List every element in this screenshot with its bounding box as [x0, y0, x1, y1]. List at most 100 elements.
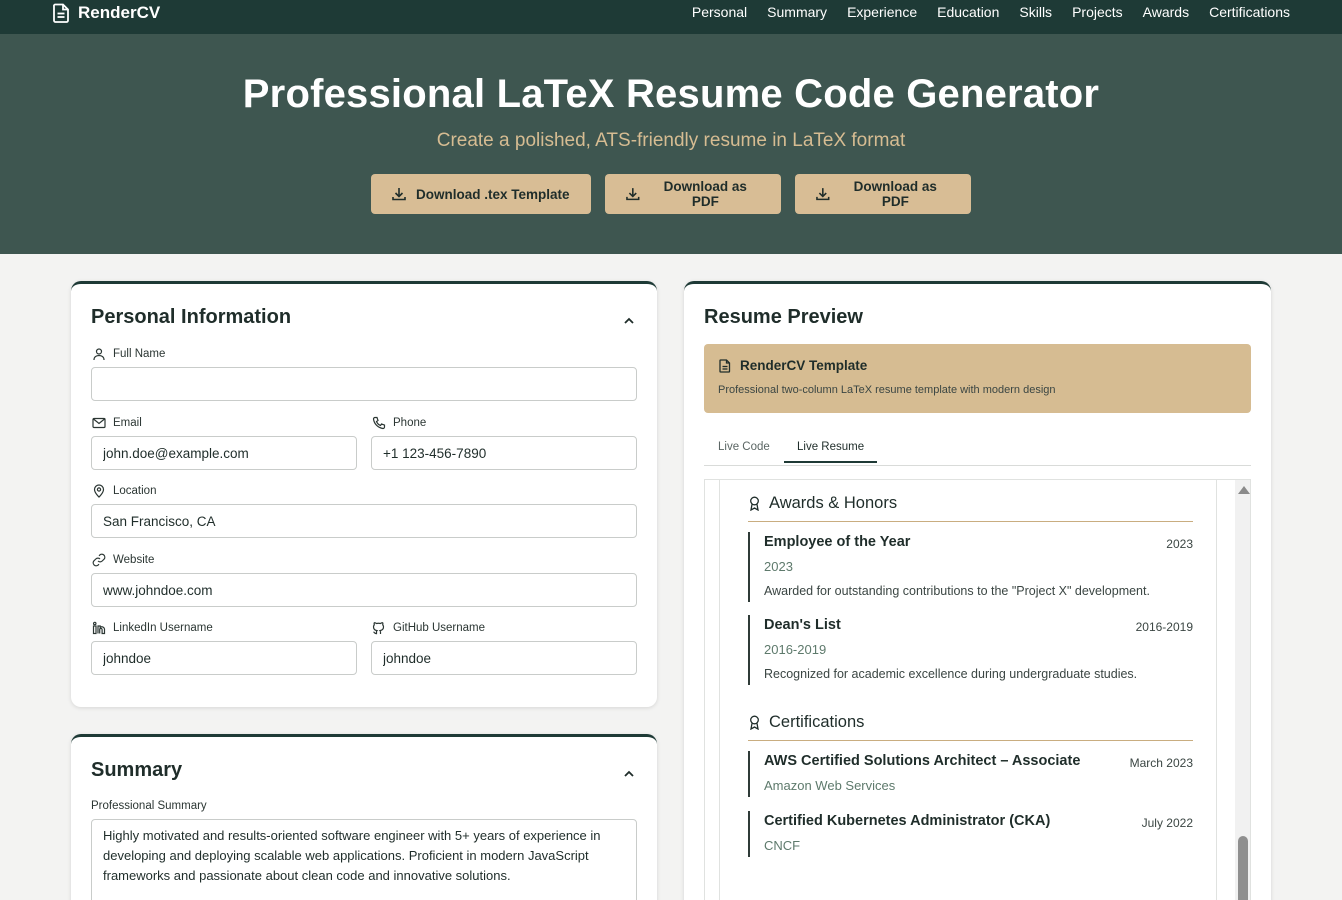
nav-link-projects[interactable]: Projects	[1072, 4, 1123, 20]
award-entry: Dean's List 2016-2019 2016-2019 Recogniz…	[748, 615, 1193, 685]
award-year: 2016-2019	[764, 642, 827, 657]
nav-link-skills[interactable]: Skills	[1019, 4, 1052, 20]
awards-divider	[748, 521, 1193, 522]
award-icon	[750, 496, 759, 511]
nav-link-personal[interactable]: Personal	[692, 4, 747, 20]
github-input[interactable]	[371, 641, 637, 675]
award-icon	[750, 715, 759, 730]
certification-issuer: Amazon Web Services	[764, 778, 896, 793]
user-icon	[93, 348, 105, 361]
certification-entry: Certified Kubernetes Administrator (CKA)…	[748, 811, 1193, 857]
phone-label-text: Phone	[393, 417, 427, 429]
nav-link-awards[interactable]: Awards	[1143, 4, 1189, 20]
website-label-text: Website	[113, 554, 155, 566]
resume-page: Awards & Honors Employee of the Year 202…	[719, 480, 1217, 900]
award-year: 2023	[764, 559, 793, 574]
linkedin-input[interactable]	[91, 641, 357, 675]
email-label: Email	[92, 416, 142, 430]
certifications-heading: Certifications	[748, 713, 864, 732]
nav-link-certifications[interactable]: Certifications	[1209, 4, 1290, 20]
award-description: Recognized for academic excellence durin…	[764, 667, 1138, 681]
award-entry: Employee of the Year 2023 2023 Awarded f…	[748, 532, 1193, 602]
preview-tabs: Live Code Live Resume	[704, 434, 1251, 466]
github-label: GitHub Username	[372, 621, 485, 635]
linkedin-label: LinkedIn Username	[92, 621, 213, 635]
file-text-icon	[719, 358, 731, 373]
github-label-text: GitHub Username	[393, 622, 486, 634]
download-pdf-label-2: Download as PDF	[853, 179, 937, 209]
nav-link-experience[interactable]: Experience	[847, 4, 917, 20]
award-title: Employee of the Year	[764, 534, 911, 550]
tab-live-resume[interactable]: Live Resume	[784, 441, 878, 463]
professional-summary-label: Professional Summary	[91, 800, 207, 812]
professional-summary-textarea[interactable]: Highly motivated and results-oriented so…	[91, 819, 637, 900]
download-icon	[816, 188, 830, 201]
logo[interactable]: RenderCV	[52, 3, 160, 23]
phone-input[interactable]	[371, 436, 637, 470]
certification-title: AWS Certified Solutions Architect – Asso…	[764, 753, 1081, 769]
professional-summary-label-text: Professional Summary	[91, 800, 207, 812]
hero-subtitle: Create a polished, ATS-friendly resume i…	[436, 130, 906, 151]
download-tex-button[interactable]: Download .tex Template	[371, 174, 591, 214]
template-title: RenderCV Template	[718, 358, 867, 373]
tab-live-code[interactable]: Live Code	[718, 441, 770, 453]
summary-title: Summary	[91, 759, 183, 781]
download-pdf-label: Download as PDF	[663, 179, 747, 209]
linkedin-label-text: LinkedIn Username	[113, 622, 213, 634]
personal-info-card: Personal Information Full Name Email Pho…	[71, 281, 657, 707]
template-banner: RenderCV Template Professional two-colum…	[704, 344, 1251, 413]
scroll-up-arrow[interactable]	[1238, 486, 1250, 494]
personal-info-title: Personal Information	[91, 306, 292, 328]
download-pdf-button-2[interactable]: Download as PDF	[795, 174, 971, 214]
top-navbar: RenderCV Personal Summary Experience Edu…	[0, 0, 1342, 34]
full-name-label: Full Name	[92, 347, 165, 361]
chevron-up-icon[interactable]	[623, 315, 635, 327]
template-description: Professional two-column LaTeX resume tem…	[718, 384, 1056, 396]
certification-entry: AWS Certified Solutions Architect – Asso…	[748, 751, 1193, 797]
certifications-divider	[748, 740, 1193, 741]
download-tex-label: Download .tex Template	[416, 186, 570, 202]
link-icon	[92, 553, 106, 567]
full-name-input[interactable]	[91, 367, 637, 401]
chevron-up-icon[interactable]	[623, 768, 635, 780]
awards-heading: Awards & Honors	[748, 494, 897, 513]
phone-icon	[372, 416, 386, 430]
certification-issuer: CNCF	[764, 838, 801, 853]
location-label-text: Location	[113, 485, 157, 497]
download-icon	[626, 188, 640, 201]
email-label-text: Email	[113, 417, 142, 429]
download-pdf-button[interactable]: Download as PDF	[605, 174, 781, 214]
linkedin-icon	[92, 621, 106, 635]
logo-text: RenderCV	[78, 3, 161, 22]
github-icon	[372, 622, 385, 635]
phone-label: Phone	[372, 416, 426, 430]
full-name-label-text: Full Name	[113, 348, 166, 360]
certification-date: March 2023	[1129, 756, 1193, 770]
resume-preview-card: Resume Preview RenderCV Template Profess…	[684, 281, 1271, 900]
download-icon	[392, 188, 406, 201]
hero-buttons: Download .tex Template Download as PDF D…	[0, 174, 1342, 214]
location-input[interactable]	[91, 504, 637, 538]
scrollbar-thumb[interactable]	[1238, 836, 1248, 900]
website-input[interactable]	[91, 573, 637, 607]
mail-icon	[92, 417, 106, 429]
certification-title: Certified Kubernetes Administrator (CKA)	[764, 813, 1051, 829]
certification-date: July 2022	[1141, 816, 1193, 830]
award-date: 2016-2019	[1135, 620, 1193, 634]
summary-card: Summary Professional Summary Highly moti…	[71, 734, 657, 900]
award-description: Awarded for outstanding contributions to…	[764, 584, 1150, 598]
email-input[interactable]	[91, 436, 357, 470]
nav-link-summary[interactable]: Summary	[767, 4, 827, 20]
nav-link-education[interactable]: Education	[937, 4, 999, 20]
map-pin-icon	[93, 484, 105, 498]
vertical-scrollbar[interactable]	[1235, 480, 1250, 900]
hero-title: Professional LaTeX Resume Code Generator	[242, 72, 1100, 116]
template-name: RenderCV Template	[740, 358, 868, 373]
awards-heading-text: Awards & Honors	[769, 494, 898, 512]
location-label: Location	[92, 484, 156, 498]
nav-links: Personal Summary Experience Education Sk…	[692, 4, 1290, 20]
certifications-heading-text: Certifications	[769, 713, 865, 731]
resume-preview-title: Resume Preview	[704, 306, 863, 328]
resume-scroll-area[interactable]: Awards & Honors Employee of the Year 202…	[704, 479, 1251, 900]
award-date: 2023	[1166, 537, 1193, 551]
